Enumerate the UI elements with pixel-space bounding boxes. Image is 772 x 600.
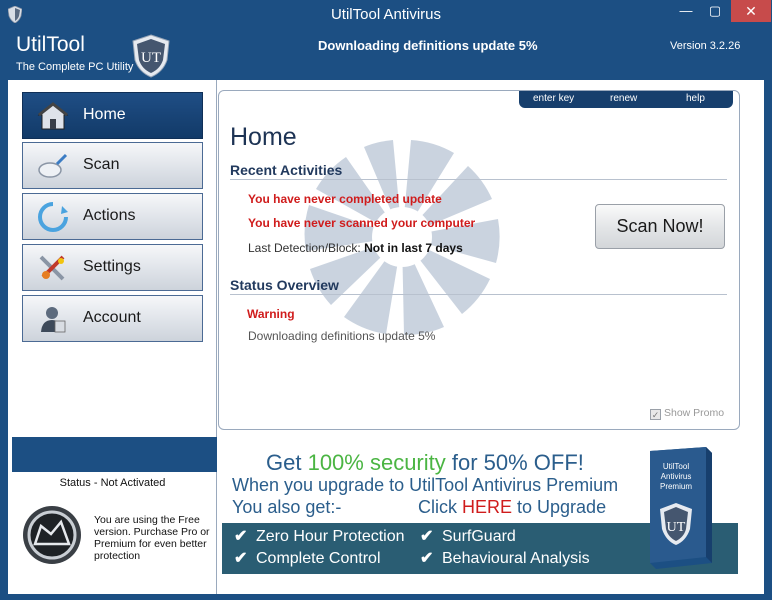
- page-title: Home: [230, 123, 297, 151]
- brand-logo-icon: UT: [132, 34, 170, 78]
- last-detection-label: Last Detection/Block:: [248, 241, 361, 255]
- svg-text:UT: UT: [141, 50, 161, 66]
- title-bar: UtilTool Antivirus — ▢ ✕: [0, 0, 772, 30]
- user-icon: [41, 307, 66, 333]
- top-tabs: enter key renew help: [519, 91, 733, 108]
- upgrade-link[interactable]: Click HERE to Upgrade: [418, 497, 606, 518]
- cta-a: Click: [418, 497, 462, 517]
- feature-item: ✔ Complete Control: [234, 548, 381, 568]
- check-icon: ✔: [420, 528, 434, 545]
- status-band: [12, 437, 217, 472]
- promo-headline-b: 100% security: [307, 450, 446, 475]
- cta-c: to Upgrade: [512, 497, 607, 517]
- maximize-button[interactable]: ▢: [701, 0, 729, 22]
- sidebar-item-home[interactable]: Home: [22, 92, 203, 139]
- main-panel: enter key renew help Home Recent Activit…: [218, 90, 740, 430]
- promo-banner[interactable]: Get 100% security for 50% OFF! When you …: [222, 435, 738, 574]
- feature-item: ✔ Behavioural Analysis: [420, 548, 590, 568]
- close-button[interactable]: ✕: [731, 0, 771, 22]
- promo-headline-a: Get: [266, 450, 308, 475]
- sidebar: Home Scan Actions Settings Account Statu…: [8, 80, 217, 594]
- svg-text:Premium: Premium: [660, 482, 692, 491]
- checkmark-icon[interactable]: ✓: [650, 409, 661, 420]
- sidebar-item-label: Account: [83, 309, 141, 326]
- last-detection: Last Detection/Block: Not in last 7 days: [248, 241, 463, 255]
- feature-item: ✔ SurfGuard: [420, 526, 516, 546]
- divider: [230, 179, 727, 180]
- svg-text:Antivirus: Antivirus: [661, 472, 692, 481]
- check-icon: ✔: [234, 550, 248, 567]
- version-label: Version 3.2.26: [670, 40, 741, 52]
- status-warning: Warning: [247, 307, 295, 321]
- feature-label: Complete Control: [256, 550, 381, 567]
- feature-label: Zero Hour Protection: [256, 528, 405, 545]
- promo-subline: When you upgrade to UtilTool Antivirus P…: [232, 475, 619, 495]
- cta-here[interactable]: HERE: [462, 497, 512, 517]
- activation-message: You are using the Free version. Purchase…: [94, 514, 210, 562]
- window-title: UtilTool Antivirus: [330, 6, 442, 23]
- sidebar-item-label: Settings: [83, 258, 141, 275]
- refresh-icon: [38, 202, 68, 232]
- sidebar-item-settings[interactable]: Settings: [22, 244, 203, 291]
- svg-text:UtilTool: UtilTool: [663, 462, 689, 471]
- status-detail: Downloading definitions update 5%: [248, 329, 436, 343]
- sidebar-item-label: Home: [83, 106, 126, 123]
- sidebar-item-scan[interactable]: Scan: [22, 142, 203, 189]
- brand-tagline: The Complete PC Utility: [16, 61, 134, 73]
- feature-item: ✔ Zero Hour Protection: [234, 526, 405, 546]
- feature-label: Behavioural Analysis: [442, 550, 590, 567]
- sidebar-item-label: Actions: [83, 207, 136, 224]
- feature-label: SurfGuard: [442, 528, 516, 545]
- sidebar-item-account[interactable]: Account: [22, 295, 203, 342]
- check-icon: ✔: [234, 528, 248, 545]
- recent-activities-heading: Recent Activities: [230, 162, 343, 178]
- sidebar-item-label: Scan: [83, 156, 120, 173]
- scan-now-button[interactable]: Scan Now!: [595, 204, 725, 249]
- activity-item: You have never completed update: [248, 192, 442, 206]
- help-link[interactable]: help: [686, 93, 705, 104]
- app-header: UtilTool The Complete PC Utility UT Down…: [8, 30, 764, 80]
- promo-headline: Get 100% security for 50% OFF!: [266, 450, 584, 476]
- house-icon: [37, 102, 69, 130]
- tools-icon: [39, 255, 65, 281]
- enter-key-link[interactable]: enter key: [533, 93, 574, 104]
- activation-status-title: Status - Not Activated: [59, 477, 166, 489]
- minimize-button[interactable]: —: [672, 0, 700, 22]
- last-detection-value: Not in last 7 days: [364, 241, 463, 255]
- status-overview-heading: Status Overview: [230, 277, 339, 293]
- renew-link[interactable]: renew: [610, 93, 637, 104]
- promo-also-get: You also get:-: [232, 497, 342, 517]
- product-box-image: UtilTool Antivirus Premium UT: [650, 447, 712, 569]
- svg-text:UT: UT: [667, 520, 686, 535]
- activity-item: You have never scanned your computer: [248, 216, 476, 230]
- promo-headline-c: for 50% OFF!: [445, 450, 584, 475]
- warning-shield-icon: [23, 506, 81, 564]
- brand-name: UtilTool: [16, 33, 85, 56]
- show-promo-label: Show Promo: [664, 407, 725, 419]
- download-status: Downloading definitions update 5%: [318, 38, 538, 53]
- magnifier-icon: [38, 153, 68, 178]
- check-icon: ✔: [420, 550, 434, 567]
- sidebar-item-actions[interactable]: Actions: [22, 193, 203, 240]
- divider: [230, 294, 727, 295]
- show-promo-checkbox[interactable]: ✓ Show Promo: [650, 407, 724, 420]
- client-area: Home Scan Actions Settings Account Statu…: [8, 80, 764, 594]
